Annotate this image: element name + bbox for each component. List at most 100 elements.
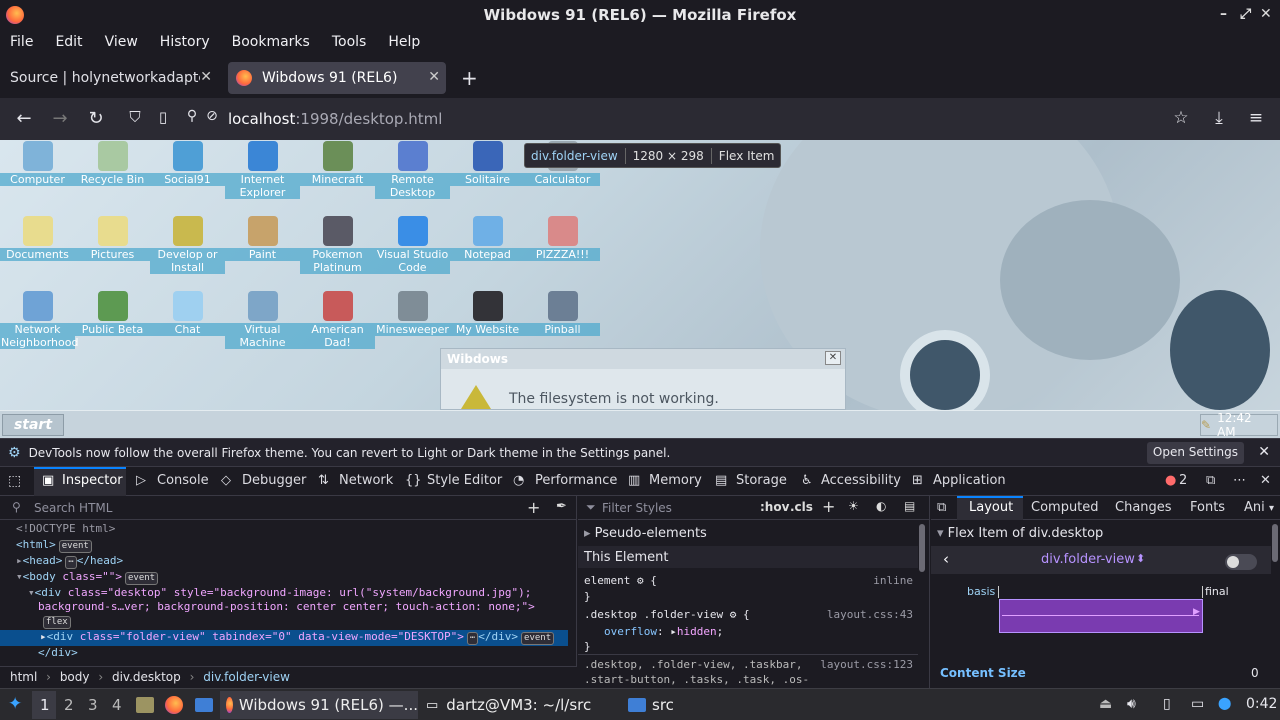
file-manager-icon[interactable] — [136, 697, 154, 713]
url-bar[interactable]: localhost:1998/desktop.html — [228, 110, 442, 128]
folder-launcher-icon[interactable] — [195, 698, 213, 712]
tray-eject-icon[interactable]: ⏏ — [1099, 696, 1112, 712]
task-firefox[interactable]: Wibdows 91 (REL6) —... — [220, 691, 418, 719]
error-count[interactable]: 2 — [1179, 473, 1187, 488]
desktop-icon[interactable]: Remote Desktop — [375, 141, 450, 199]
markup-line[interactable]: </div> — [38, 646, 78, 662]
markup-line[interactable]: ▸<head> ⋯ </head> — [16, 554, 123, 570]
tab-style-editor[interactable]: Style Editor — [427, 473, 502, 488]
tab-fonts[interactable]: Fonts — [1190, 500, 1225, 515]
highlight-toggle[interactable] — [1225, 554, 1257, 570]
desktop-icon[interactable]: Solitaire — [450, 141, 525, 186]
rules-scrollbar[interactable] — [919, 524, 925, 572]
pseudo-elements-toggle[interactable]: ▸ Pseudo-elements — [584, 526, 707, 541]
desktop-icon[interactable]: Recycle Bin — [75, 141, 150, 186]
filter-styles-input[interactable]: ⏷ Filter Styles :hov .cls + ☀ ◐ ▤ — [578, 496, 929, 520]
markup-line-selected[interactable]: ▸<div class="folder-view" tabindex="0" d… — [0, 630, 568, 646]
display-icon[interactable]: ▭ — [1191, 696, 1204, 712]
page-icon[interactable]: ▯ — [152, 108, 174, 126]
dialog-close-button[interactable]: ✕ — [825, 351, 841, 365]
element-rule[interactable]: element ⚙ { — [584, 574, 657, 587]
workspace-4[interactable]: 4 — [112, 696, 122, 714]
desktop-icon[interactable]: Minesweeper — [375, 291, 450, 336]
new-tab-icon[interactable]: + — [461, 66, 478, 90]
close-tab-icon[interactable]: ✕ — [200, 69, 212, 85]
close-window-icon[interactable]: ✕ — [1260, 6, 1272, 22]
start-button[interactable]: start — [2, 414, 64, 436]
event-badge[interactable]: event — [521, 632, 555, 645]
rule-source[interactable]: layout.css:43 — [827, 608, 913, 621]
tab-accessibility[interactable]: Accessibility — [821, 473, 901, 488]
breadcrumb-item-current[interactable]: div.folder-view — [203, 670, 290, 684]
add-rule-icon[interactable]: + — [822, 497, 835, 516]
breadcrumb-item[interactable]: body — [60, 670, 90, 684]
reload-icon[interactable]: ↻ — [85, 108, 107, 129]
insecure-icon[interactable]: ⊘ — [201, 108, 223, 124]
forward-icon[interactable]: → — [49, 108, 71, 129]
desktop-icon[interactable]: American Dad! — [300, 291, 375, 349]
tab-inspector[interactable]: Inspector — [62, 473, 123, 488]
desktop-icon[interactable]: Network Neighborhood — [0, 291, 78, 349]
desktop-icon[interactable]: PIZZZA!!! — [525, 216, 600, 261]
tab-memory[interactable]: Memory — [649, 473, 702, 488]
markup-line[interactable]: background-s…ver; background-position: c… — [38, 600, 535, 616]
desktop-icon[interactable]: Pokemon Platinum — [300, 216, 375, 274]
maximize-icon[interactable]: ⤢ — [1240, 6, 1251, 22]
rule-selector[interactable]: .desktop .folder-view ⚙ { — [584, 608, 750, 621]
error-dialog[interactable]: Wibdows ✕ The filesystem is not working. — [440, 348, 846, 410]
search-html-input[interactable]: ⚲ Search HTML + ✒ — [0, 496, 576, 520]
print-media-icon[interactable]: ▤ — [904, 499, 915, 513]
desktop-icon[interactable]: Social91 — [150, 141, 225, 186]
update-icon[interactable]: ⬤ — [1218, 696, 1231, 710]
tab-storage[interactable]: Storage — [736, 473, 787, 488]
menu-edit[interactable]: Edit — [55, 34, 82, 50]
markup-line[interactable]: <html> event — [16, 538, 92, 554]
task-terminal[interactable]: ▭ dartz@VM3: ~/l/src — [420, 691, 618, 719]
event-badge[interactable]: event — [124, 572, 159, 585]
permissions-icon[interactable]: ⚲ — [181, 108, 203, 124]
markup-line[interactable]: ▾<body class=""> event — [16, 570, 159, 586]
tab-performance[interactable]: Performance — [535, 473, 617, 488]
desktop-icon[interactable]: Pinball — [525, 291, 600, 336]
hamburger-menu-icon[interactable]: ≡ — [1245, 108, 1267, 128]
workspace-2[interactable]: 2 — [64, 696, 74, 714]
dark-theme-icon[interactable]: ◐ — [876, 499, 886, 513]
toggle-sidebar-icon[interactable]: ⧉ — [937, 500, 946, 515]
desktop-icon[interactable]: Minecraft — [300, 141, 375, 186]
breadcrumb-item[interactable]: html — [10, 670, 37, 684]
menu-history[interactable]: History — [160, 34, 210, 50]
clipboard-icon[interactable]: ▯ — [1163, 696, 1171, 712]
open-settings-button[interactable]: Open Settings — [1146, 442, 1244, 464]
flex-item-header[interactable]: ▾ Flex Item of div.desktop — [937, 526, 1103, 541]
markup-line[interactable]: flex — [40, 614, 71, 630]
desktop-icon[interactable]: Paint — [225, 216, 300, 261]
download-icon[interactable]: ⤓ — [1208, 108, 1230, 128]
minimize-icon[interactable]: – — [1220, 6, 1227, 22]
event-badge[interactable]: event — [58, 540, 92, 553]
menu-view[interactable]: View — [105, 34, 138, 50]
firefox-launcher-icon[interactable] — [165, 696, 183, 714]
task-folder[interactable]: src — [622, 691, 742, 719]
back-chevron-icon[interactable]: ‹ — [943, 550, 949, 568]
menu-tools[interactable]: Tools — [332, 34, 367, 50]
pick-element-icon[interactable]: ⬚ — [8, 473, 21, 489]
menu-help[interactable]: Help — [388, 34, 420, 50]
shield-icon[interactable]: ⛉ — [124, 108, 146, 126]
tab-changes[interactable]: Changes — [1115, 500, 1172, 515]
desktop-icon[interactable]: Notepad — [450, 216, 525, 261]
rule-declaration[interactable]: overflow: ▸hidden; — [604, 625, 723, 638]
desktop-icon[interactable]: Public Beta — [75, 291, 150, 336]
flex-item-selector[interactable]: div.folder-view — [1041, 552, 1135, 567]
desktop-icon[interactable]: Documents — [0, 216, 75, 261]
tab-application[interactable]: Application — [933, 473, 1006, 488]
back-icon[interactable]: ← — [13, 108, 35, 129]
desktop-icon[interactable]: Internet Explorer — [225, 141, 300, 199]
dock-icon[interactable]: ⧉ — [1206, 473, 1215, 488]
close-tab-icon[interactable]: ✕ — [428, 69, 440, 85]
more-options-icon[interactable]: ⋯ — [1233, 473, 1246, 488]
rule-selector[interactable]: .desktop, .folder-view, .taskbar, — [584, 658, 803, 671]
chevron-down-icon[interactable]: ▾ — [1269, 503, 1274, 514]
tab-source[interactable]: Source | holynetworkadapte ✕ — [0, 62, 218, 94]
workspace-1[interactable]: 1 — [40, 696, 50, 714]
tab-debugger[interactable]: Debugger — [242, 473, 306, 488]
